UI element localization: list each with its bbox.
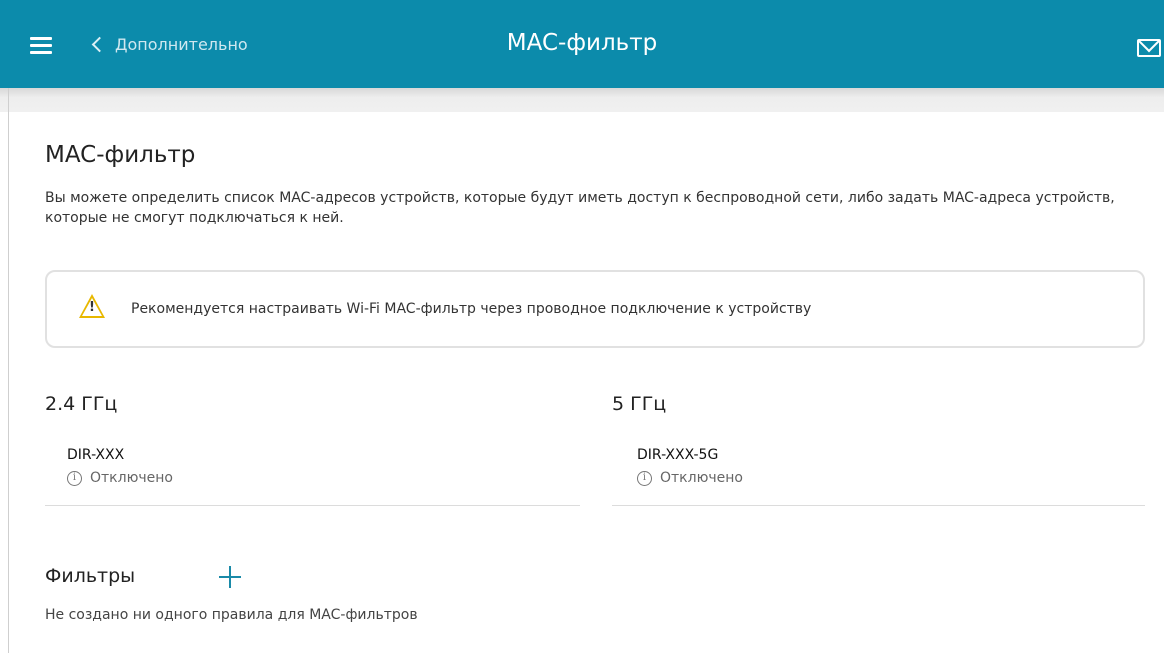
network-name-5[interactable]: DIR-XXX-5G [637, 447, 718, 463]
page-title: MAC-фильтр [506, 30, 658, 56]
divider [45, 505, 580, 506]
empty-filters-note: Не создано ни одного правила для MAC-фил… [45, 607, 418, 623]
status-5: i Отключено [637, 470, 743, 486]
info-icon: i [67, 470, 82, 486]
filters-heading: Фильтры [45, 565, 136, 587]
header-shadow [0, 88, 1164, 112]
warning-triangle-icon: ! [79, 294, 105, 318]
section-heading: MAC-фильтр [45, 142, 196, 168]
envelope-icon[interactable] [1137, 39, 1161, 57]
top-bar: Дополнительно MAC-фильтр [0, 0, 1164, 88]
divider [612, 505, 1145, 506]
section-description: Вы можете определить список MAC-адресов … [45, 190, 1115, 226]
warning-box: ! Рекомендуется настраивать Wi-Fi MAC-фи… [45, 270, 1145, 348]
status-2-4: i Отключено [67, 470, 173, 486]
status-label: Отключено [90, 470, 173, 486]
band-heading-2-4: 2.4 ГГц [45, 393, 118, 415]
network-name-2-4[interactable]: DIR-XXX [67, 447, 124, 463]
band-heading-5: 5 ГГц [612, 393, 667, 415]
warning-text: Рекомендуется настраивать Wi-Fi MAC-филь… [131, 301, 812, 317]
status-label: Отключено [660, 470, 743, 486]
plus-icon[interactable] [217, 565, 243, 591]
info-icon: i [637, 470, 652, 486]
